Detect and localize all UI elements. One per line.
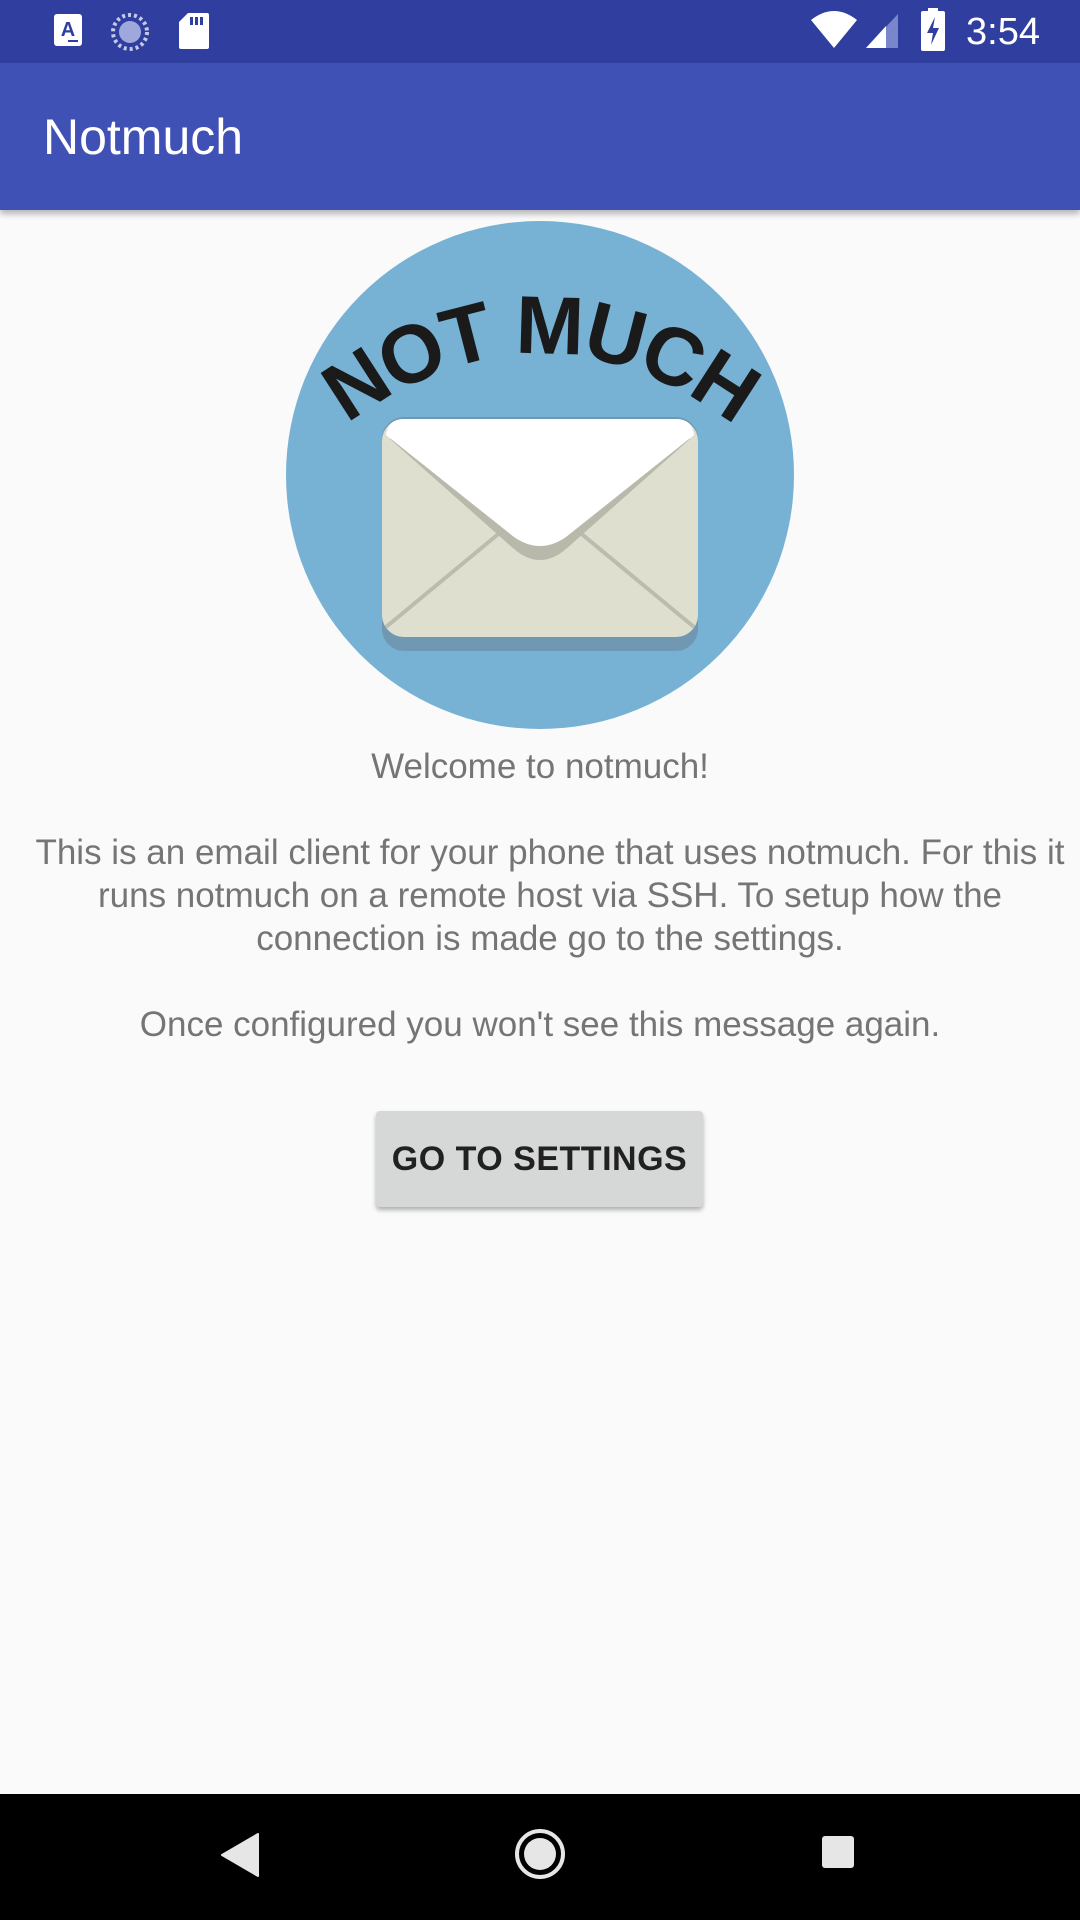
- app-bar: Notmuch: [0, 63, 1080, 210]
- recents-icon[interactable]: [820, 1834, 856, 1870]
- sd-card-icon: [179, 13, 209, 49]
- notmuch-envelope-logo-icon: NOT MUCH: [286, 221, 794, 729]
- configured-notice: Once configured you won't see this messa…: [139, 1005, 941, 1044]
- status-time: 3:54: [966, 11, 1040, 53]
- navigation-bar: [0, 1794, 1080, 1920]
- description-text: This is an email client for your phone t…: [35, 833, 1065, 958]
- go-to-settings-button[interactable]: GO TO SETTINGS: [376, 1111, 703, 1207]
- svg-text:A: A: [61, 19, 75, 41]
- battery-charging-icon: [921, 8, 945, 51]
- sync-progress-icon: [111, 13, 149, 51]
- app-logo: NOT MUCH: [286, 221, 794, 729]
- status-bar: A 3:54: [0, 0, 1080, 63]
- back-icon[interactable]: [218, 1830, 262, 1880]
- welcome-heading: Welcome to notmuch!: [371, 747, 709, 786]
- text-a-notification-icon: A: [54, 14, 82, 46]
- home-icon[interactable]: [513, 1827, 567, 1881]
- wifi-icon: [811, 11, 857, 48]
- app-title: Notmuch: [43, 109, 244, 165]
- cell-signal-icon: [866, 14, 898, 48]
